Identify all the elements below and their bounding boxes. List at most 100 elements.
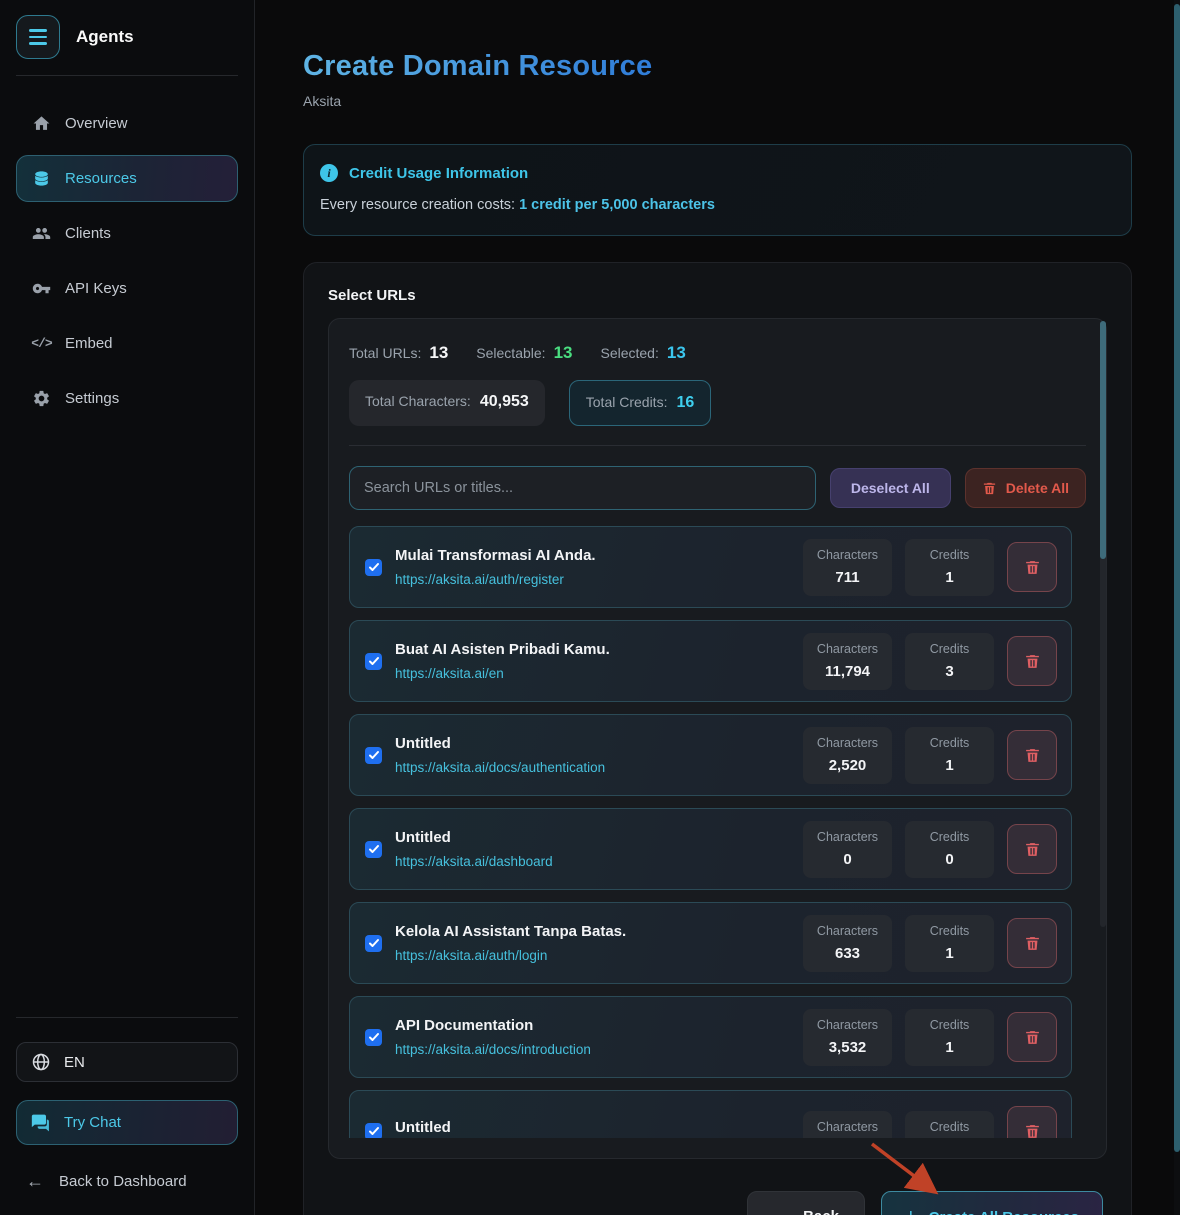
- sidebar-item-label: Overview: [65, 115, 128, 132]
- credits-label: Credits: [929, 829, 970, 844]
- url-checkbox[interactable]: [365, 840, 382, 858]
- sidebar-item-api-keys[interactable]: API Keys: [16, 265, 238, 312]
- search-input[interactable]: [349, 466, 816, 510]
- hamburger-menu-button[interactable]: [16, 15, 60, 59]
- create-all-resources-button[interactable]: + Create All Resources: [880, 1191, 1103, 1215]
- delete-url-button[interactable]: [1007, 824, 1057, 874]
- url-checkbox[interactable]: [365, 558, 382, 576]
- trash-icon: [982, 481, 997, 496]
- url-checkbox[interactable]: [365, 934, 382, 952]
- characters-badge: Characters 3,532: [803, 1008, 892, 1066]
- credits-label: Credits: [929, 1120, 970, 1134]
- sidebar-item-resources[interactable]: Resources: [16, 155, 238, 202]
- try-chat-label: Try Chat: [64, 1114, 121, 1131]
- total-characters-label: Total Characters:: [365, 393, 471, 409]
- stat-selectable-label: Selectable:: [476, 345, 546, 361]
- url-item-link: https://aksita.ai/en: [395, 666, 504, 681]
- try-chat-button[interactable]: Try Chat: [16, 1100, 238, 1145]
- sidebar-divider: [16, 75, 238, 76]
- url-item-link: https://aksita.ai/dashboard: [395, 854, 553, 869]
- panel-divider: [349, 445, 1086, 446]
- sidebar-item-settings[interactable]: Settings: [16, 375, 238, 422]
- total-credits-value: 16: [676, 394, 695, 411]
- credits-label: Credits: [929, 735, 970, 750]
- key-icon: [32, 279, 51, 298]
- delete-all-button[interactable]: Delete All: [964, 468, 1086, 508]
- characters-label: Characters: [816, 829, 879, 844]
- credits-badge: Credits 0: [905, 820, 994, 878]
- credit-info-text: Every resource creation costs:: [320, 197, 520, 213]
- sidebar-item-label: Clients: [65, 225, 111, 242]
- stat-total-urls: Total URLs: 13: [349, 343, 448, 363]
- characters-label: Characters: [816, 641, 879, 656]
- url-list-item[interactable]: Untitled https://aksita.ai/docs/authenti…: [349, 714, 1072, 796]
- page-scrollbar-thumb[interactable]: [1174, 4, 1180, 1152]
- url-list-item[interactable]: Untitled Characters Credits: [349, 1090, 1072, 1138]
- sidebar-item-embed[interactable]: </> Embed: [16, 320, 238, 367]
- trash-icon: [1024, 747, 1041, 764]
- delete-url-button[interactable]: [1007, 1012, 1057, 1062]
- globe-icon: [31, 1052, 51, 1072]
- delete-url-button[interactable]: [1007, 542, 1057, 592]
- deselect-all-button[interactable]: Deselect All: [829, 468, 951, 508]
- sidebar-nav: Overview Resources Clients API Keys </> …: [16, 100, 238, 422]
- url-list-item[interactable]: Kelola AI Assistant Tanpa Batas. https:/…: [349, 902, 1072, 984]
- stat-selected: Selected: 13: [600, 343, 685, 363]
- credit-usage-info-box: i Credit Usage Information Every resourc…: [303, 144, 1132, 236]
- sidebar-bottom: EN Try Chat ← Back to Dashboard: [16, 1003, 238, 1200]
- url-item-title: Untitled: [395, 829, 451, 846]
- back-button[interactable]: ← Back: [747, 1191, 865, 1215]
- sidebar-item-clients[interactable]: Clients: [16, 210, 238, 257]
- characters-value: 3,532: [828, 1038, 867, 1056]
- page-scrollbar: [1174, 0, 1180, 1215]
- url-list-item[interactable]: Untitled https://aksita.ai/dashboard Cha…: [349, 808, 1072, 890]
- url-checkbox[interactable]: [365, 1028, 382, 1046]
- stat-selectable: Selectable: 13: [476, 343, 572, 363]
- url-item-link: https://aksita.ai/docs/introduction: [395, 1042, 591, 1057]
- delete-url-button[interactable]: [1007, 918, 1057, 968]
- credit-info-title: Credit Usage Information: [349, 164, 529, 182]
- delete-url-button[interactable]: [1007, 1106, 1057, 1138]
- credits-badge: Credits 3: [905, 632, 994, 690]
- trash-icon: [1024, 1123, 1041, 1139]
- language-selector[interactable]: EN: [16, 1042, 238, 1082]
- credits-badge: Credits 1: [905, 538, 994, 596]
- total-credits-label: Total Credits:: [585, 394, 668, 410]
- characters-badge: Characters 0: [803, 820, 892, 878]
- url-checkbox[interactable]: [365, 652, 382, 670]
- characters-badge: Characters 11,794: [803, 632, 892, 690]
- url-list-item[interactable]: Buat AI Asisten Pribadi Kamu. https://ak…: [349, 620, 1072, 702]
- delete-url-button[interactable]: [1007, 636, 1057, 686]
- list-scrollbar-thumb[interactable]: [1100, 321, 1106, 559]
- url-list-item[interactable]: API Documentation https://aksita.ai/docs…: [349, 996, 1072, 1078]
- characters-value: 11,794: [824, 662, 871, 680]
- page-subtitle: Aksita: [303, 93, 342, 109]
- url-checkbox[interactable]: [365, 1122, 382, 1138]
- characters-badge: Characters 711: [803, 538, 892, 596]
- plus-icon: +: [905, 1206, 917, 1215]
- sidebar-item-label: API Keys: [65, 280, 127, 297]
- credits-badge: Credits 1: [905, 1008, 994, 1066]
- total-characters-badge: Total Characters: 40,953: [349, 380, 545, 426]
- credits-label: Credits: [929, 641, 970, 656]
- users-icon: [32, 224, 51, 243]
- credits-value: 0: [945, 850, 954, 868]
- back-to-dashboard-link[interactable]: ← Back to Dashboard: [16, 1171, 238, 1200]
- gear-icon: [32, 389, 51, 408]
- delete-url-button[interactable]: [1007, 730, 1057, 780]
- credits-label: Credits: [929, 547, 970, 562]
- characters-value: 633: [834, 944, 861, 962]
- characters-label: Characters: [816, 735, 879, 750]
- credits-value: 3: [945, 662, 954, 680]
- characters-badge: Characters: [803, 1111, 892, 1138]
- url-checkbox[interactable]: [365, 746, 382, 764]
- arrow-left-icon: ←: [773, 1206, 791, 1215]
- credits-badge: Credits: [905, 1111, 994, 1138]
- stat-selected-value: 13: [666, 343, 686, 362]
- delete-all-label: Delete All: [1005, 480, 1069, 496]
- credits-badge: Credits 1: [905, 914, 994, 972]
- sidebar-item-overview[interactable]: Overview: [16, 100, 238, 147]
- url-item-link: https://aksita.ai/auth/register: [395, 572, 564, 587]
- hamburger-icon: [29, 29, 47, 45]
- url-list-item[interactable]: Mulai Transformasi AI Anda. https://aksi…: [349, 526, 1072, 608]
